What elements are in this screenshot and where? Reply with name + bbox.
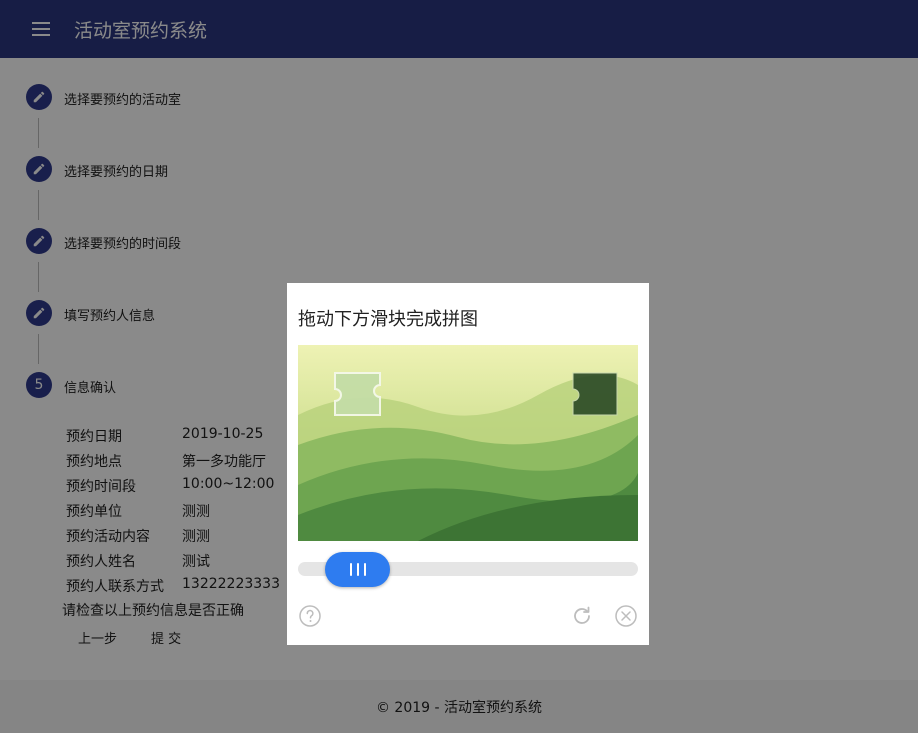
puzzle-piece[interactable] (334, 372, 381, 416)
close-circle-icon[interactable] (614, 604, 638, 628)
refresh-icon[interactable] (570, 604, 594, 628)
puzzle-slot (572, 372, 618, 416)
captcha-title: 拖动下方滑块完成拼图 (298, 309, 478, 330)
help-circle-icon[interactable] (298, 604, 322, 628)
captcha-dialog: 拖动下方滑块完成拼图 (287, 283, 649, 645)
slider-handle[interactable] (325, 552, 390, 587)
puzzle-image (298, 345, 638, 541)
